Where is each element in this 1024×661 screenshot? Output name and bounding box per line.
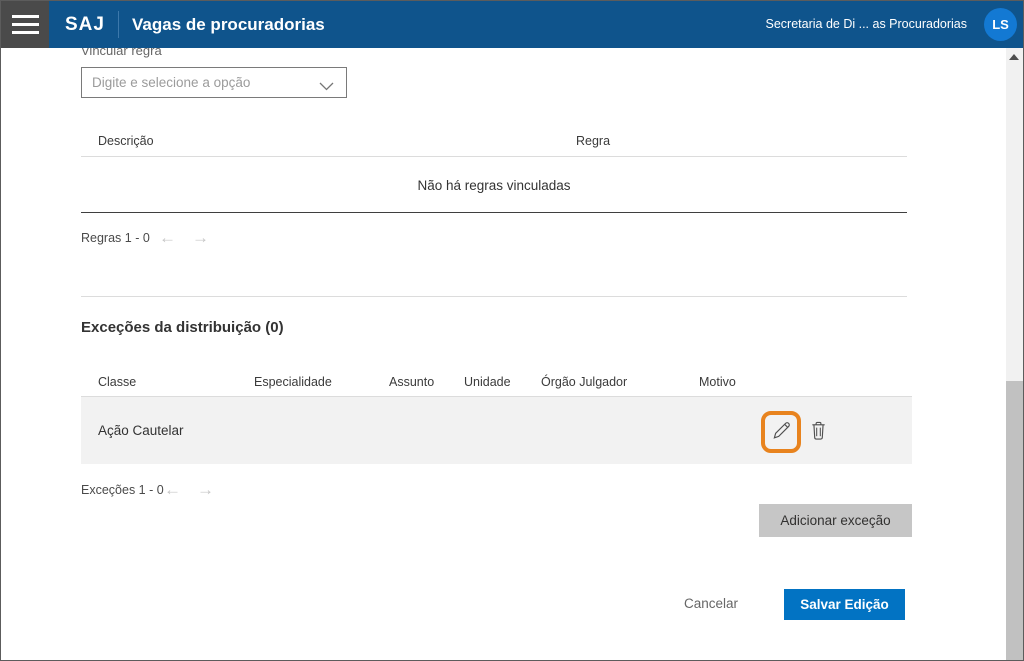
header-separator bbox=[118, 11, 119, 38]
rules-col-descricao: Descrição bbox=[98, 134, 154, 148]
add-exception-button[interactable]: Adicionar exceção bbox=[759, 504, 912, 537]
app-logo: SAJ bbox=[65, 1, 105, 48]
hamburger-menu-button[interactable] bbox=[1, 1, 49, 48]
exceptions-pagination-label: Exceções 1 - 0 bbox=[81, 483, 164, 497]
scrollbar-up-arrow-icon[interactable] bbox=[1009, 54, 1019, 60]
rules-next-page-icon[interactable]: → bbox=[192, 229, 209, 246]
cancel-button[interactable]: Cancelar bbox=[684, 596, 738, 611]
section-divider bbox=[81, 296, 907, 297]
user-avatar[interactable]: LS bbox=[984, 8, 1017, 41]
chevron-down-icon[interactable] bbox=[319, 78, 334, 96]
vertical-scrollbar[interactable] bbox=[1006, 48, 1023, 660]
rules-col-regra: Regra bbox=[576, 134, 610, 148]
exceptions-col-classe: Classe bbox=[98, 375, 136, 389]
exception-classe-cell: Ação Cautelar bbox=[98, 423, 184, 438]
app-header: SAJ Vagas de procuradorias Secretaria de… bbox=[1, 1, 1023, 48]
scrollbar-thumb[interactable] bbox=[1006, 381, 1023, 660]
org-scope-label: Secretaria de Di ... as Procuradorias bbox=[766, 1, 967, 48]
exceptions-prev-page-icon[interactable]: ← bbox=[164, 481, 181, 498]
app-window: Vincular regra Digite e selecione a opçã… bbox=[0, 0, 1024, 661]
table-row: Ação Cautelar bbox=[81, 397, 912, 464]
pencil-icon bbox=[771, 420, 792, 444]
edit-exception-button[interactable] bbox=[771, 420, 792, 444]
exceptions-col-assunto: Assunto bbox=[389, 375, 434, 389]
rules-bottom-divider bbox=[81, 212, 907, 213]
rules-pagination-label: Regras 1 - 0 bbox=[81, 231, 150, 245]
rules-empty-message: Não há regras vinculadas bbox=[81, 178, 907, 193]
exceptions-col-motivo: Motivo bbox=[699, 375, 736, 389]
exceptions-heading: Exceções da distribuição (0) bbox=[81, 319, 284, 336]
page-title: Vagas de procuradorias bbox=[132, 1, 325, 48]
rules-prev-page-icon[interactable]: ← bbox=[159, 229, 176, 246]
main-content: Vincular regra Digite e selecione a opçã… bbox=[1, 1, 1006, 660]
edit-highlight-annotation bbox=[761, 411, 801, 453]
rules-header-divider bbox=[81, 156, 907, 157]
hamburger-icon bbox=[12, 15, 39, 18]
delete-exception-button[interactable] bbox=[808, 421, 828, 443]
trash-icon bbox=[809, 420, 828, 444]
exceptions-next-page-icon[interactable]: → bbox=[197, 481, 214, 498]
vincular-regra-combobox[interactable]: Digite e selecione a opção bbox=[81, 67, 347, 98]
save-button[interactable]: Salvar Edição bbox=[784, 589, 905, 620]
vincular-regra-placeholder: Digite e selecione a opção bbox=[92, 68, 250, 97]
exceptions-col-especialidade: Especialidade bbox=[254, 375, 332, 389]
exceptions-col-unidade: Unidade bbox=[464, 375, 511, 389]
exceptions-col-orgao-julgador: Órgão Julgador bbox=[541, 375, 627, 389]
